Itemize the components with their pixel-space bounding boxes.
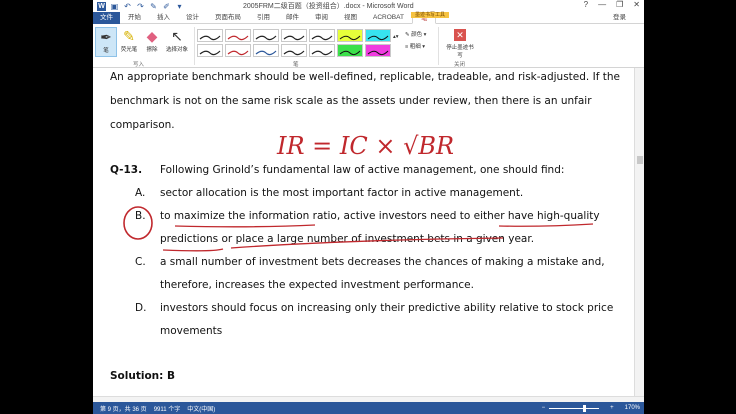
- tab-home[interactable]: 开始: [120, 12, 149, 24]
- group-label-close: 关闭: [454, 62, 466, 68]
- login-link[interactable]: 登录: [613, 12, 626, 24]
- close-x-icon: ✕: [454, 29, 466, 41]
- close-button[interactable]: ✕: [633, 0, 640, 9]
- tab-mailings[interactable]: 邮件: [278, 12, 307, 24]
- tab-acrobat[interactable]: ACROBAT: [365, 12, 412, 24]
- highlighter-green[interactable]: [337, 44, 363, 57]
- word-window: W ▣ ↶ ↷ ✎ ✐ ▾ 2005FRM二级百题（投资组合）.docx - M…: [93, 0, 644, 414]
- ink-tools-context-label: 墨迹书写工具: [411, 12, 450, 18]
- undo-icon[interactable]: ↶: [123, 2, 132, 11]
- pen-style-4[interactable]: [281, 29, 307, 42]
- select-objects-button[interactable]: ↖ 选择对象: [163, 27, 191, 57]
- ribbon-pen-panel: ✒ 笔 ✎ 荧光笔 ◆ 擦除 ↖ 选择对象 写入 ▴▾ 笔 ✎ 颜色 ▾ ≡ 粗…: [93, 24, 644, 68]
- save-icon[interactable]: ▣: [110, 2, 119, 11]
- paragraph-line: comparison.: [110, 119, 175, 131]
- pen-mode-icon[interactable]: ✎: [149, 2, 158, 11]
- pen-style-3[interactable]: [253, 29, 279, 42]
- zoom-slider-knob[interactable]: [583, 404, 587, 412]
- language-indicator[interactable]: 中文(中国): [187, 404, 215, 413]
- paragraph-line: benchmark is not on the same risk scale …: [110, 95, 592, 107]
- tab-review[interactable]: 审阅: [307, 12, 336, 24]
- ink-underline-maximize: [174, 224, 316, 228]
- option-c-text: a small number of investment bets decrea…: [160, 256, 605, 268]
- ink-underline-predictions: [162, 248, 224, 252]
- option-d-text: movements: [160, 325, 223, 337]
- ink-tool-icon[interactable]: ✐: [162, 2, 171, 11]
- pen-icon: ✒: [100, 29, 112, 45]
- ribbon-tabs: 文件 开始 插入 设计 页面布局 引用 邮件 审阅 视图 ACROBAT 笔 墨…: [93, 11, 644, 24]
- ink-formula: IR = IC × √BR: [276, 132, 453, 160]
- solution-text: Solution: B: [110, 370, 176, 382]
- option-a-text: sector allocation is the most important …: [160, 187, 524, 199]
- option-b-label: B.: [135, 210, 146, 222]
- tab-view[interactable]: 视图: [336, 12, 365, 24]
- option-b-text: predictions or place a large number of i…: [160, 233, 535, 245]
- paragraph-line: An appropriate benchmark should be well-…: [110, 71, 620, 83]
- eraser-icon: ◆: [146, 28, 158, 44]
- select-arrow-icon: ↖: [171, 28, 183, 44]
- zoom-out-button[interactable]: −: [542, 405, 546, 411]
- pen-style-1[interactable]: [197, 29, 223, 42]
- zoom-in-button[interactable]: +: [610, 405, 614, 411]
- option-d-text: investors should focus on increasing onl…: [160, 302, 614, 314]
- color-dropdown[interactable]: ✎ 颜色 ▾: [405, 30, 426, 38]
- zoom-control: − + 170%: [535, 402, 640, 414]
- tab-file[interactable]: 文件: [93, 11, 120, 24]
- tab-insert[interactable]: 插入: [149, 12, 178, 24]
- option-b-text: to maximize the information ratio, activ…: [160, 210, 600, 222]
- thickness-dropdown[interactable]: ≡ 粗细 ▾: [405, 42, 425, 50]
- pen-style-6[interactable]: [197, 44, 223, 57]
- option-c-label: C.: [135, 256, 146, 268]
- stop-inking-button[interactable]: ✕ 停止墨迹书写: [445, 27, 475, 59]
- status-bar: 第 9 页，共 36 页 9911 个字 中文(中国) − + 170%: [93, 402, 644, 414]
- help-button[interactable]: ?: [584, 0, 588, 9]
- ribbon-separator: [438, 27, 439, 65]
- word-count[interactable]: 9911 个字: [154, 404, 181, 413]
- pen-button[interactable]: ✒ 笔: [95, 27, 117, 57]
- highlighter-icon: ✎: [123, 28, 135, 44]
- customize-qat-icon[interactable]: ▾: [175, 2, 184, 11]
- tab-references[interactable]: 引用: [249, 12, 278, 24]
- highlighter-cyan[interactable]: [365, 29, 391, 42]
- document-page[interactable]: An appropriate benchmark should be well-…: [93, 68, 634, 396]
- title-bar: W ▣ ↶ ↷ ✎ ✐ ▾ 2005FRM二级百题（投资组合）.docx - M…: [93, 0, 644, 12]
- gallery-scroll-icon[interactable]: ▴▾: [393, 34, 399, 40]
- scroll-thumb[interactable]: [637, 156, 643, 164]
- window-controls: ? — ❐ ✕: [584, 0, 640, 9]
- tab-layout[interactable]: 页面布局: [207, 12, 249, 24]
- option-c-text: therefore, increases the expected invest…: [160, 279, 474, 291]
- pen-style-8[interactable]: [253, 44, 279, 57]
- group-label-pens: 笔: [293, 62, 299, 68]
- ribbon-separator: [194, 27, 195, 65]
- pen-style-5[interactable]: [309, 29, 335, 42]
- zoom-level[interactable]: 170%: [625, 405, 640, 411]
- question-number: Q-13.: [110, 164, 143, 176]
- question-text: Following Grinold’s fundamental law of a…: [160, 164, 565, 176]
- word-app-icon: W: [97, 1, 106, 11]
- ink-underline-high-quality: [498, 223, 594, 227]
- option-d-label: D.: [135, 302, 147, 314]
- eraser-button[interactable]: ◆ 擦除: [141, 27, 163, 57]
- zoom-slider[interactable]: [549, 404, 600, 412]
- highlighter-button[interactable]: ✎ 荧光笔: [118, 27, 140, 57]
- ink-annotations: [123, 206, 594, 252]
- page-count[interactable]: 第 9 页，共 36 页: [100, 404, 147, 413]
- pen-style-2[interactable]: [225, 29, 251, 42]
- pen-style-7[interactable]: [225, 44, 251, 57]
- ink-formula-text: IR = IC × √BR: [276, 132, 453, 160]
- minimize-button[interactable]: —: [598, 0, 606, 9]
- option-a-label: A.: [135, 187, 146, 199]
- highlighter-magenta[interactable]: [365, 44, 391, 57]
- vertical-scrollbar[interactable]: [634, 68, 644, 396]
- restore-button[interactable]: ❐: [616, 0, 623, 9]
- group-label-write: 写入: [133, 62, 145, 68]
- quick-access-toolbar: W ▣ ↶ ↷ ✎ ✐ ▾: [93, 1, 184, 11]
- pen-style-10[interactable]: [309, 44, 335, 57]
- redo-icon[interactable]: ↷: [136, 2, 145, 11]
- pen-style-9[interactable]: [281, 44, 307, 57]
- highlighter-yellow[interactable]: [337, 29, 363, 42]
- window-title: 2005FRM二级百题（投资组合）.docx - Microsoft Word: [243, 3, 414, 10]
- tab-design[interactable]: 设计: [178, 12, 207, 24]
